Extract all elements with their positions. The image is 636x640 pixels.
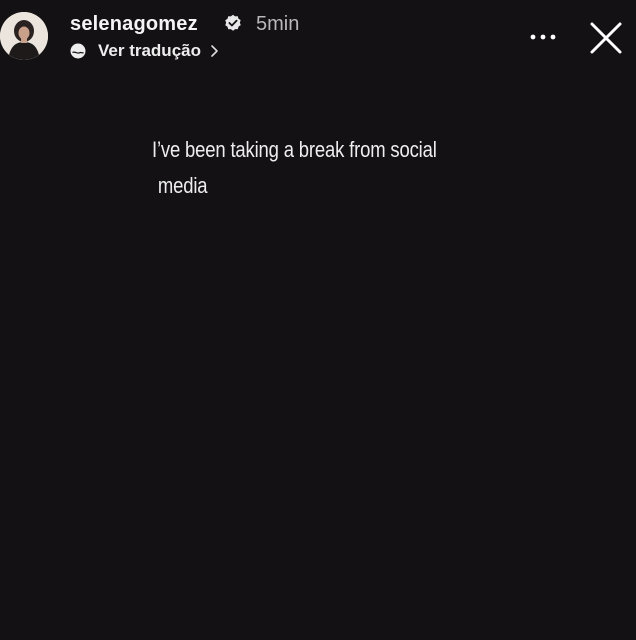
chevron-right-icon: [211, 45, 218, 57]
story-text-line-2: media: [157, 173, 208, 198]
post-time: 5min: [256, 13, 300, 35]
story-text: I’ve been taking a break from social med…: [152, 132, 438, 204]
avatar-image: [0, 12, 48, 60]
close-button[interactable]: [584, 16, 628, 60]
translate-link[interactable]: Ver tradução: [70, 40, 221, 62]
verified-badge-icon: [225, 14, 241, 31]
story-text-line-1: I’ve been taking a break from social: [152, 137, 437, 162]
globe-icon: [70, 43, 86, 59]
more-options-button[interactable]: [526, 22, 560, 52]
username[interactable]: selenagomez: [70, 12, 198, 36]
translate-label[interactable]: Ver tradução: [98, 40, 201, 62]
story-header: selenagomez 5min Ver tradução: [0, 0, 636, 70]
close-icon: [590, 22, 622, 54]
more-dots-icon: [530, 34, 556, 40]
avatar[interactable]: [0, 12, 48, 60]
story-viewer[interactable]: selenagomez 5min Ver tradução I’ve been …: [0, 0, 636, 640]
